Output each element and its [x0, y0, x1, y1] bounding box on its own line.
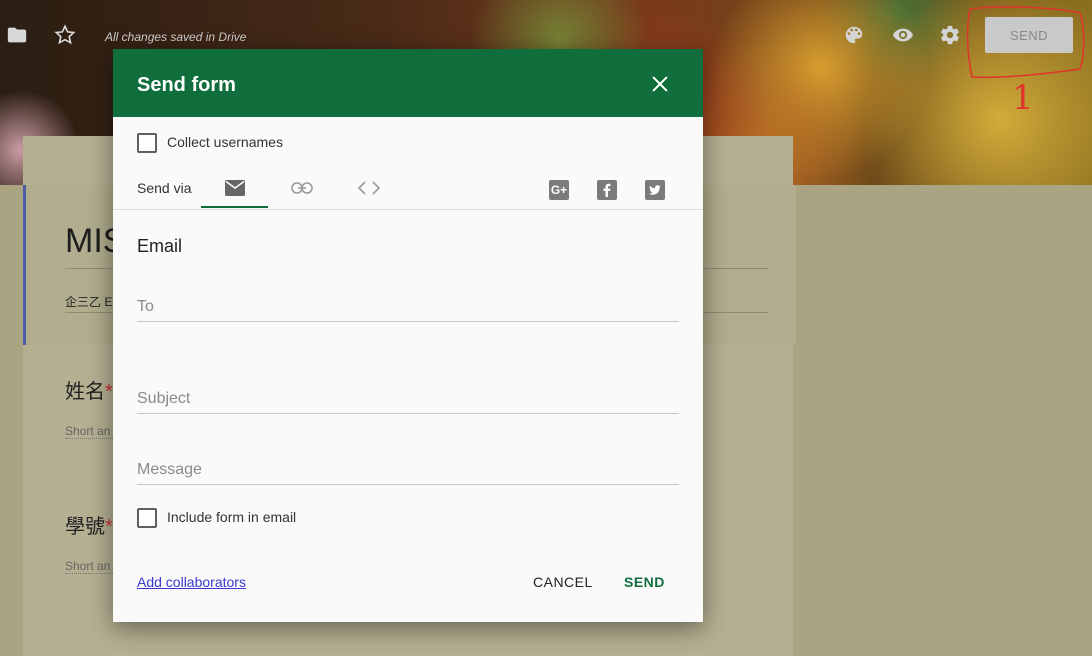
to-field[interactable]: To	[137, 287, 679, 322]
cancel-button[interactable]: CANCEL	[533, 574, 593, 590]
google-plus-icon[interactable]: G+	[549, 180, 569, 200]
message-placeholder: Message	[137, 461, 202, 478]
twitter-icon[interactable]	[645, 180, 665, 200]
required-mark: *	[105, 381, 113, 403]
annotation-circle	[966, 6, 1085, 79]
question-label: 姓名	[65, 381, 105, 403]
to-placeholder: To	[137, 298, 154, 315]
include-form-checkbox[interactable]	[137, 508, 157, 528]
palette-icon[interactable]	[843, 24, 865, 46]
dialog-header: Send form	[113, 49, 703, 117]
mail-icon	[224, 180, 245, 196]
facebook-icon[interactable]	[597, 180, 617, 200]
collect-usernames-checkbox[interactable]	[137, 133, 157, 153]
saved-status: All changes saved in Drive	[105, 30, 247, 44]
question-title[interactable]: 姓名*	[65, 375, 113, 404]
question-label: 學號	[65, 516, 105, 538]
required-mark: *	[105, 516, 113, 538]
collect-usernames-label: Collect usernames	[167, 134, 283, 150]
send-via-label: Send via	[137, 180, 192, 196]
close-icon[interactable]	[649, 73, 671, 95]
tab-email[interactable]	[201, 167, 268, 209]
tabs-divider	[113, 209, 703, 210]
subject-field[interactable]: Subject	[137, 379, 679, 414]
email-heading: Email	[137, 236, 183, 256]
dialog-send-button[interactable]: SEND	[624, 574, 665, 590]
subject-placeholder: Subject	[137, 390, 191, 407]
dialog-title: Send form	[137, 74, 236, 96]
tab-link[interactable]	[268, 167, 335, 209]
folder-icon[interactable]	[6, 24, 28, 46]
include-form-label: Include form in email	[167, 509, 297, 525]
star-icon[interactable]	[54, 24, 76, 46]
eye-icon[interactable]	[891, 24, 914, 46]
send-form-dialog: Send form Collect usernames Send via G+ …	[113, 49, 703, 622]
code-icon	[357, 181, 380, 195]
tab-embed[interactable]	[335, 167, 402, 209]
link-icon	[290, 182, 313, 194]
form-description[interactable]: 企三乙 E	[65, 293, 112, 310]
active-tab-indicator	[201, 206, 268, 208]
gear-icon[interactable]	[939, 24, 961, 46]
annotation-number-1: 1	[1012, 78, 1034, 118]
message-field[interactable]: Message	[137, 451, 679, 485]
question-title[interactable]: 學號*	[65, 510, 113, 539]
add-collaborators-link[interactable]: Add collaborators	[137, 574, 246, 590]
